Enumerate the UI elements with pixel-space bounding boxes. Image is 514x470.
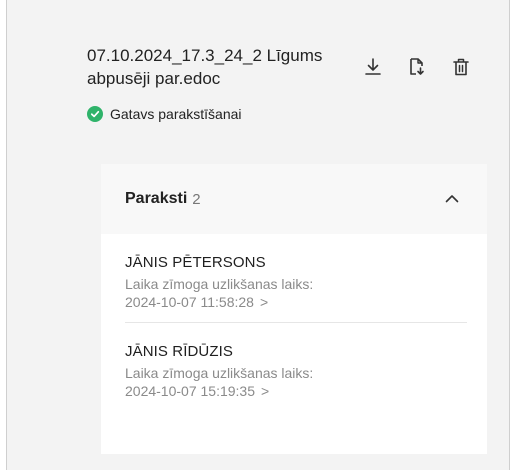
signer-name: JĀNIS RĪDŪZIS: [125, 343, 233, 360]
copy-file-button[interactable]: [408, 55, 452, 79]
document-filename: 07.10.2024_17.3_24_2 Līgums abpusēji par…: [87, 46, 323, 88]
signatures-header[interactable]: Paraksti 2: [101, 164, 487, 234]
download-button[interactable]: [364, 55, 408, 79]
status-text: Gatavs parakstīšanai: [110, 106, 242, 122]
trash-icon: [453, 58, 469, 76]
signature-item: JĀNIS PĒTERSONS Laika zīmoga uzlikšanas …: [125, 234, 467, 322]
timestamp-label: Laika zīmoga uzlikšanas laiks:: [125, 365, 314, 381]
download-icon: [365, 58, 381, 75]
signatures-list: JĀNIS PĒTERSONS Laika zīmoga uzlikšanas …: [101, 234, 487, 410]
chevron-up-icon[interactable]: [445, 194, 459, 203]
document-panel: 07.10.2024_17.3_24_2 Līgums abpusēji par…: [6, 0, 510, 470]
signature-item: JĀNIS RĪDŪZIS Laika zīmoga uzlikšanas la…: [125, 322, 467, 410]
document-status: Gatavs parakstīšanai: [87, 106, 242, 122]
timestamp-value: 2024-10-07 15:19:35: [125, 383, 255, 399]
timestamp-link[interactable]: 2024-10-07 15:19:35 >: [125, 382, 467, 400]
signer-name: JĀNIS PĒTERSONS: [125, 254, 266, 271]
timestamp-label: Laika zīmoga uzlikšanas laiks:: [125, 276, 314, 292]
chevron-right-icon: >: [259, 294, 269, 310]
document-actions: [364, 55, 496, 79]
timestamp-link[interactable]: 2024-10-07 11:58:28 >: [125, 293, 467, 311]
signatures-card: Paraksti 2 JĀNIS PĒTERSONS Laika zīmoga …: [101, 164, 487, 454]
timestamp-value: 2024-10-07 11:58:28: [125, 294, 254, 310]
signatures-count: 2: [192, 190, 201, 208]
check-circle-icon: [87, 106, 103, 122]
signatures-title: Paraksti: [125, 190, 188, 207]
file-copy-icon: [410, 58, 424, 75]
chevron-right-icon: >: [261, 383, 270, 399]
delete-button[interactable]: [452, 55, 496, 79]
